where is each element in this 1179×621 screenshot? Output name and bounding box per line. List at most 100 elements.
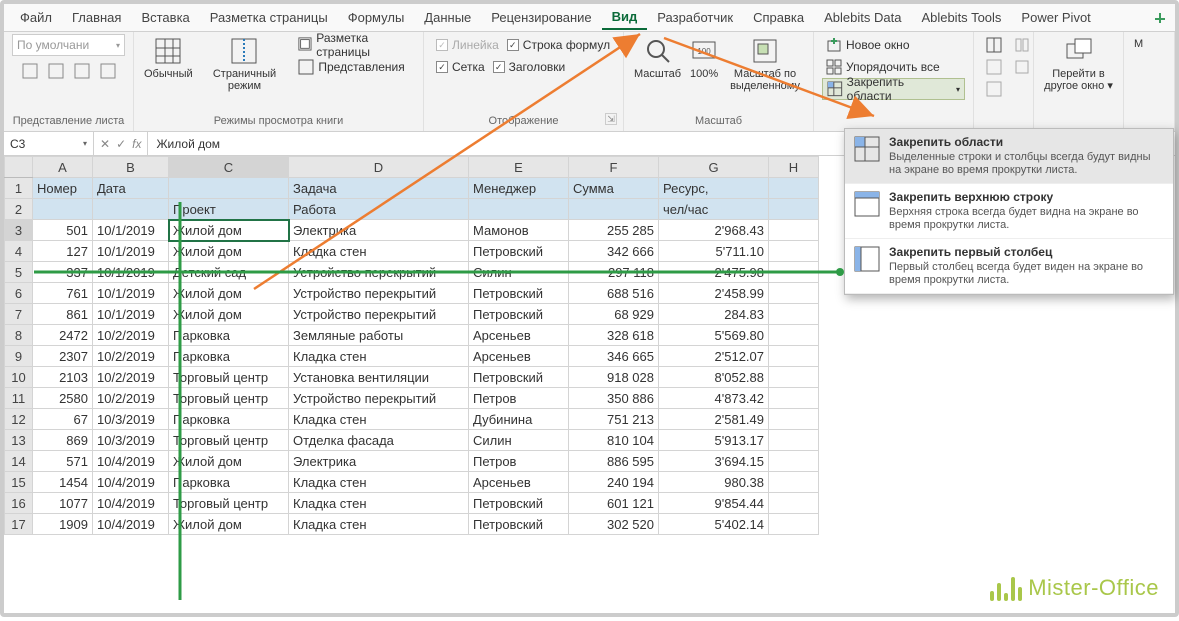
cell[interactable]: 2'581.49 [659,409,769,430]
cell[interactable]: 346 665 [569,346,659,367]
fx-icon[interactable]: fx [132,137,141,151]
tab-справка[interactable]: Справка [743,6,814,29]
normal-view-button[interactable]: Обычный [140,34,197,94]
cell[interactable]: Торговый центр [169,430,289,451]
cell[interactable]: 2'458.99 [659,283,769,304]
cell[interactable]: 5'569.80 [659,325,769,346]
cell[interactable]: 337 [33,262,93,283]
cell[interactable]: 2472 [33,325,93,346]
keep-icon[interactable] [22,63,38,79]
cell[interactable]: Парковка [169,472,289,493]
cell[interactable]: 10/1/2019 [93,262,169,283]
cell[interactable]: Кладка стен [289,472,469,493]
row-header[interactable]: 6 [5,283,33,304]
cell[interactable]: 1909 [33,514,93,535]
cell[interactable]: 5'711.10 [659,241,769,262]
cell[interactable]: 2307 [33,346,93,367]
cell[interactable]: Кладка стен [289,409,469,430]
tab-ablebits-data[interactable]: Ablebits Data [814,6,911,29]
cell[interactable]: Арсеньев [469,325,569,346]
headings-checkbox[interactable]: ✓Заголовки [489,56,570,78]
header-cell[interactable] [569,199,659,220]
hide-button[interactable] [982,56,1006,78]
cell[interactable]: Жилой дом [169,304,289,325]
cell[interactable]: Петровский [469,493,569,514]
cell[interactable]: Парковка [169,346,289,367]
cell[interactable]: Устройство перекрытий [289,388,469,409]
macros-button[interactable]: М [1130,34,1147,64]
cell[interactable]: Петровский [469,283,569,304]
cell[interactable]: Кладка стен [289,514,469,535]
cell[interactable]: Петровский [469,304,569,325]
row-header[interactable]: 5 [5,262,33,283]
cell[interactable]: 2'512.07 [659,346,769,367]
row-header[interactable]: 13 [5,430,33,451]
page-layout-button[interactable]: Разметка страницы [294,34,415,56]
cell[interactable]: 302 520 [569,514,659,535]
cell[interactable]: Жилой дом [169,220,289,241]
reset-pos-button[interactable] [1010,56,1034,78]
cell[interactable]: Детский сад [169,262,289,283]
col-header-B[interactable]: B [93,157,169,178]
cell[interactable]: Кладка стен [289,241,469,262]
cell[interactable]: 10/4/2019 [93,514,169,535]
cell[interactable]: 2580 [33,388,93,409]
cell[interactable]: Кладка стен [289,493,469,514]
new-window-button[interactable]: Новое окно [822,34,914,56]
cell[interactable]: 761 [33,283,93,304]
cell[interactable] [769,451,819,472]
cell[interactable]: Жилой дом [169,514,289,535]
cell[interactable]: Арсеньев [469,472,569,493]
header-cell[interactable] [33,199,93,220]
tab-формулы[interactable]: Формулы [338,6,415,29]
cell[interactable]: Жилой дом [169,241,289,262]
cell[interactable]: 861 [33,304,93,325]
cell[interactable]: 10/1/2019 [93,241,169,262]
cell[interactable]: Жилой дом [169,451,289,472]
cell[interactable]: 10/1/2019 [93,283,169,304]
tab-вставка[interactable]: Вставка [131,6,199,29]
cell[interactable]: 67 [33,409,93,430]
cell[interactable]: 10/2/2019 [93,346,169,367]
cell[interactable]: Установка вентиляции [289,367,469,388]
row-header[interactable]: 16 [5,493,33,514]
cell[interactable]: 601 121 [569,493,659,514]
cell[interactable]: 918 028 [569,367,659,388]
cell[interactable]: 240 194 [569,472,659,493]
cell[interactable]: 10/2/2019 [93,325,169,346]
row-header[interactable]: 7 [5,304,33,325]
header-cell[interactable]: Проект [169,199,289,220]
new-icon[interactable] [74,63,90,79]
cell[interactable]: Земляные работы [289,325,469,346]
cell[interactable]: Парковка [169,409,289,430]
row-header[interactable]: 15 [5,472,33,493]
col-header-D[interactable]: D [289,157,469,178]
cell[interactable]: 10/4/2019 [93,451,169,472]
cell[interactable] [769,325,819,346]
cell[interactable]: 810 104 [569,430,659,451]
col-header-C[interactable]: C [169,157,289,178]
cell[interactable]: Мамонов [469,220,569,241]
cell[interactable]: 5'913.17 [659,430,769,451]
header-cell[interactable]: Работа [289,199,469,220]
cell[interactable]: 10/2/2019 [93,367,169,388]
cell[interactable]: Устройство перекрытий [289,304,469,325]
dialog-launcher-icon[interactable]: ⇲ [605,113,617,125]
cell[interactable]: 2'968.43 [659,220,769,241]
cancel-icon[interactable]: ✕ [100,137,110,151]
header-cell[interactable] [469,199,569,220]
cell[interactable]: Торговый центр [169,493,289,514]
zoom-selection-button[interactable]: Масштаб по выделенному [723,34,807,94]
cell[interactable]: Петровский [469,514,569,535]
header-cell[interactable] [769,178,819,199]
cell[interactable]: 2'475.98 [659,262,769,283]
freeze-panes-item[interactable]: Закрепить областиВыделенные строки и сто… [845,129,1173,184]
row-header[interactable]: 4 [5,241,33,262]
cell[interactable]: 1454 [33,472,93,493]
row-header[interactable]: 14 [5,451,33,472]
cell[interactable]: Силин [469,262,569,283]
cell[interactable]: 9'854.44 [659,493,769,514]
col-header-A[interactable]: A [33,157,93,178]
header-cell[interactable]: Сумма [569,178,659,199]
cell[interactable]: 10/1/2019 [93,304,169,325]
